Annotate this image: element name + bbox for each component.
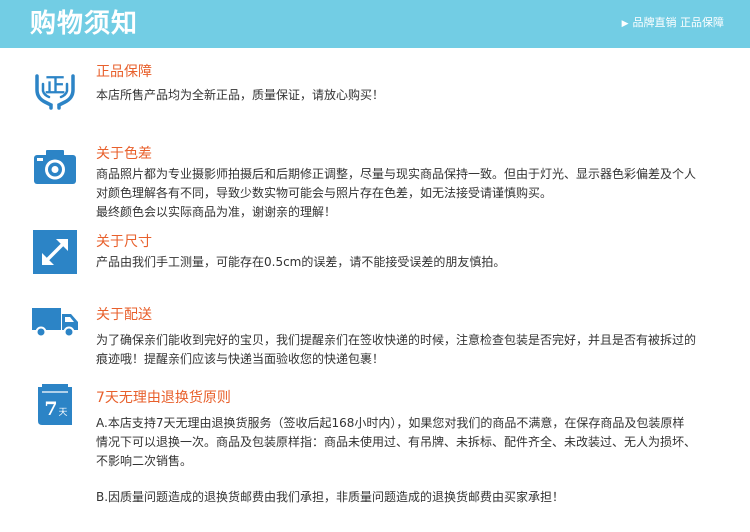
section-title-delivery: 关于配送 <box>96 307 152 323</box>
section-title-genuine: 正品保障 <box>96 64 152 80</box>
section-text-return-1: A.本店支持7天无理由退换货服务（签收后起168小时内），如果您对我们的商品不满… <box>96 416 685 430</box>
calendar-icon-day: 天 <box>58 408 67 418</box>
genuine-hands-icon: 正 <box>35 73 75 110</box>
brand-guarantee-text: 品牌直销 正品保障 <box>632 16 725 29</box>
play-arrow-icon: ▶ <box>621 19 629 29</box>
header-bar: 购物须知 ▶ 品牌直销 正品保障 <box>0 0 750 48</box>
section-title-color: 关于色差 <box>96 146 152 162</box>
section-text-return-postage: B.因质量问题造成的退换货邮费由我们承担，非质量问题造成的退换货邮费由买家承担！ <box>96 490 565 504</box>
section-text-return-2: 情况下可以退换一次。商品及包装原样指：商品未使用过、有吊牌、未拆标、配件齐全、未… <box>96 435 697 449</box>
resize-arrow-icon <box>33 230 77 274</box>
section-text-return-3: 不影响二次销售。 <box>96 454 193 468</box>
section-text-color-3: 最终颜色会以实际商品为准，谢谢亲的理解！ <box>96 205 337 219</box>
camera-icon <box>34 150 76 184</box>
brand-guarantee-tag: ▶ 品牌直销 正品保障 <box>622 15 724 32</box>
section-text-size: 产品由我们手工测量，可能存在0.5cm的误差，请不能接受误差的朋友慎拍。 <box>96 255 506 269</box>
section-title-return: 7天无理由退换货原则 <box>96 390 231 406</box>
calendar-icon-number: 7 <box>44 398 57 420</box>
page-title: 购物须知 <box>30 9 139 39</box>
section-text-color-2: 对颜色理解各有不同，导致少数实物可能会与照片存在色差，如无法接受请谨慎购买。 <box>96 186 553 200</box>
section-text-color-1: 商品照片都为专业摄影师拍摄后和后期修正调整，尽量与现实商品保持一致。但由于灯光、… <box>96 167 697 181</box>
section-text-delivery-2: 痕迹哦！提醒亲们应该与快递当面验收您的快递包裹！ <box>96 352 385 366</box>
delivery-truck-icon <box>32 308 78 338</box>
genuine-icon-glyph: 正 <box>45 73 65 97</box>
section-text-delivery-1: 为了确保亲们能收到完好的宝贝，我们提醒亲们在签收快递的时候，注意检查包装是否完好… <box>96 333 697 347</box>
section-text-genuine: 本店所售产品均为全新正品，质量保证，请放心购买！ <box>96 88 385 102</box>
section-title-size: 关于尺寸 <box>96 234 152 250</box>
calendar-7-days-icon: 7 天 <box>38 384 72 425</box>
